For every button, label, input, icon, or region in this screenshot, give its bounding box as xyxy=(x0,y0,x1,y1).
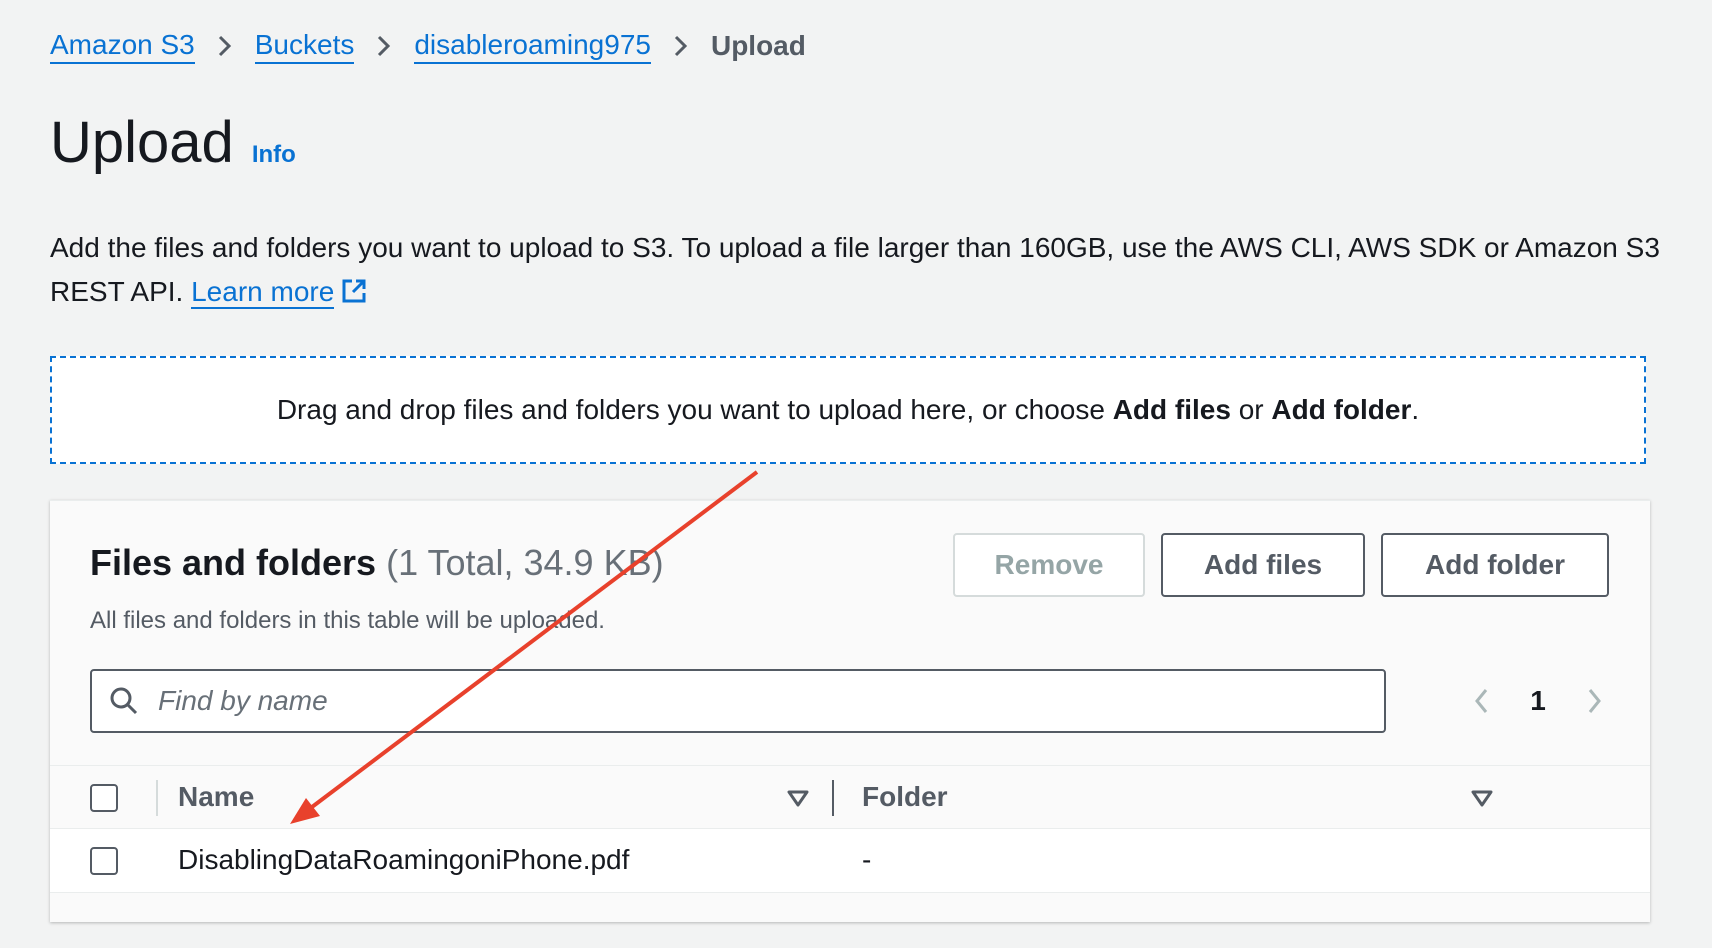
panel-title-main: Files and folders xyxy=(90,542,377,583)
select-all-checkbox[interactable] xyxy=(90,784,118,812)
folder-cell: - xyxy=(862,844,872,875)
row-checkbox[interactable] xyxy=(90,847,118,875)
page-title: Upload xyxy=(50,110,234,175)
sort-down-icon[interactable] xyxy=(786,786,810,810)
page-number-current[interactable]: 1 xyxy=(1506,685,1570,717)
dropzone-add-folder: Add folder xyxy=(1271,394,1412,425)
dropzone-or: or xyxy=(1238,394,1264,425)
file-name-cell: DisablingDataRoamingoniPhone.pdf xyxy=(178,844,630,875)
search-input[interactable] xyxy=(156,672,1384,730)
dropzone-add-files: Add files xyxy=(1112,394,1231,425)
panel-subtitle: All files and folders in this table will… xyxy=(90,607,605,634)
learn-more-label: Learn more xyxy=(191,276,335,307)
page-header: Upload Info xyxy=(50,108,296,178)
panel-title: Files and folders (1 Total, 34.9 KB) xyxy=(90,541,664,585)
info-link[interactable]: Info xyxy=(252,141,296,169)
remove-button[interactable]: Remove xyxy=(953,533,1145,597)
chevron-right-icon[interactable] xyxy=(1570,673,1618,729)
external-link-icon xyxy=(340,274,368,318)
breadcrumb-current: Upload xyxy=(710,30,806,61)
chevron-right-icon xyxy=(195,26,255,66)
search-icon xyxy=(92,671,156,731)
dropzone-text-before: Drag and drop files and folders you want… xyxy=(276,394,1105,425)
chevron-left-icon[interactable] xyxy=(1458,673,1506,729)
dropzone-text-after: . xyxy=(1411,394,1420,425)
sort-down-icon[interactable] xyxy=(1470,786,1494,810)
breadcrumb-buckets[interactable]: Buckets xyxy=(254,29,355,64)
chevron-right-icon xyxy=(651,26,711,66)
add-files-button[interactable]: Add files xyxy=(1161,533,1365,597)
breadcrumb-amazon-s3[interactable]: Amazon S3 xyxy=(50,29,195,64)
add-folder-button[interactable]: Add folder xyxy=(1381,533,1609,597)
chevron-right-icon xyxy=(354,26,414,66)
breadcrumb: Amazon S3 Buckets disableroaming975 Uplo… xyxy=(50,26,806,66)
upload-dropzone[interactable]: Drag and drop files and folders you want… xyxy=(50,356,1646,464)
column-divider xyxy=(156,780,158,816)
dropzone-text: Drag and drop files and folders you want… xyxy=(277,394,1419,426)
learn-more-link[interactable]: Learn more xyxy=(191,276,335,309)
page-description: Add the files and folders you want to up… xyxy=(50,226,1670,318)
files-and-folders-panel: Files and folders (1 Total, 34.9 KB) All… xyxy=(50,500,1650,922)
pagination: 1 xyxy=(1458,673,1618,729)
table-row: DisablingDataRoamingoniPhone.pdf - xyxy=(50,829,1650,893)
column-header-folder[interactable]: Folder xyxy=(862,766,948,828)
column-header-name[interactable]: Name xyxy=(178,766,254,828)
search-box xyxy=(90,669,1386,733)
breadcrumb-bucket-name[interactable]: disableroaming975 xyxy=(414,29,651,64)
column-resizer[interactable] xyxy=(832,780,834,816)
panel-title-count: (1 Total, 34.9 KB) xyxy=(386,542,664,583)
table-header: Name Folder xyxy=(50,765,1650,829)
